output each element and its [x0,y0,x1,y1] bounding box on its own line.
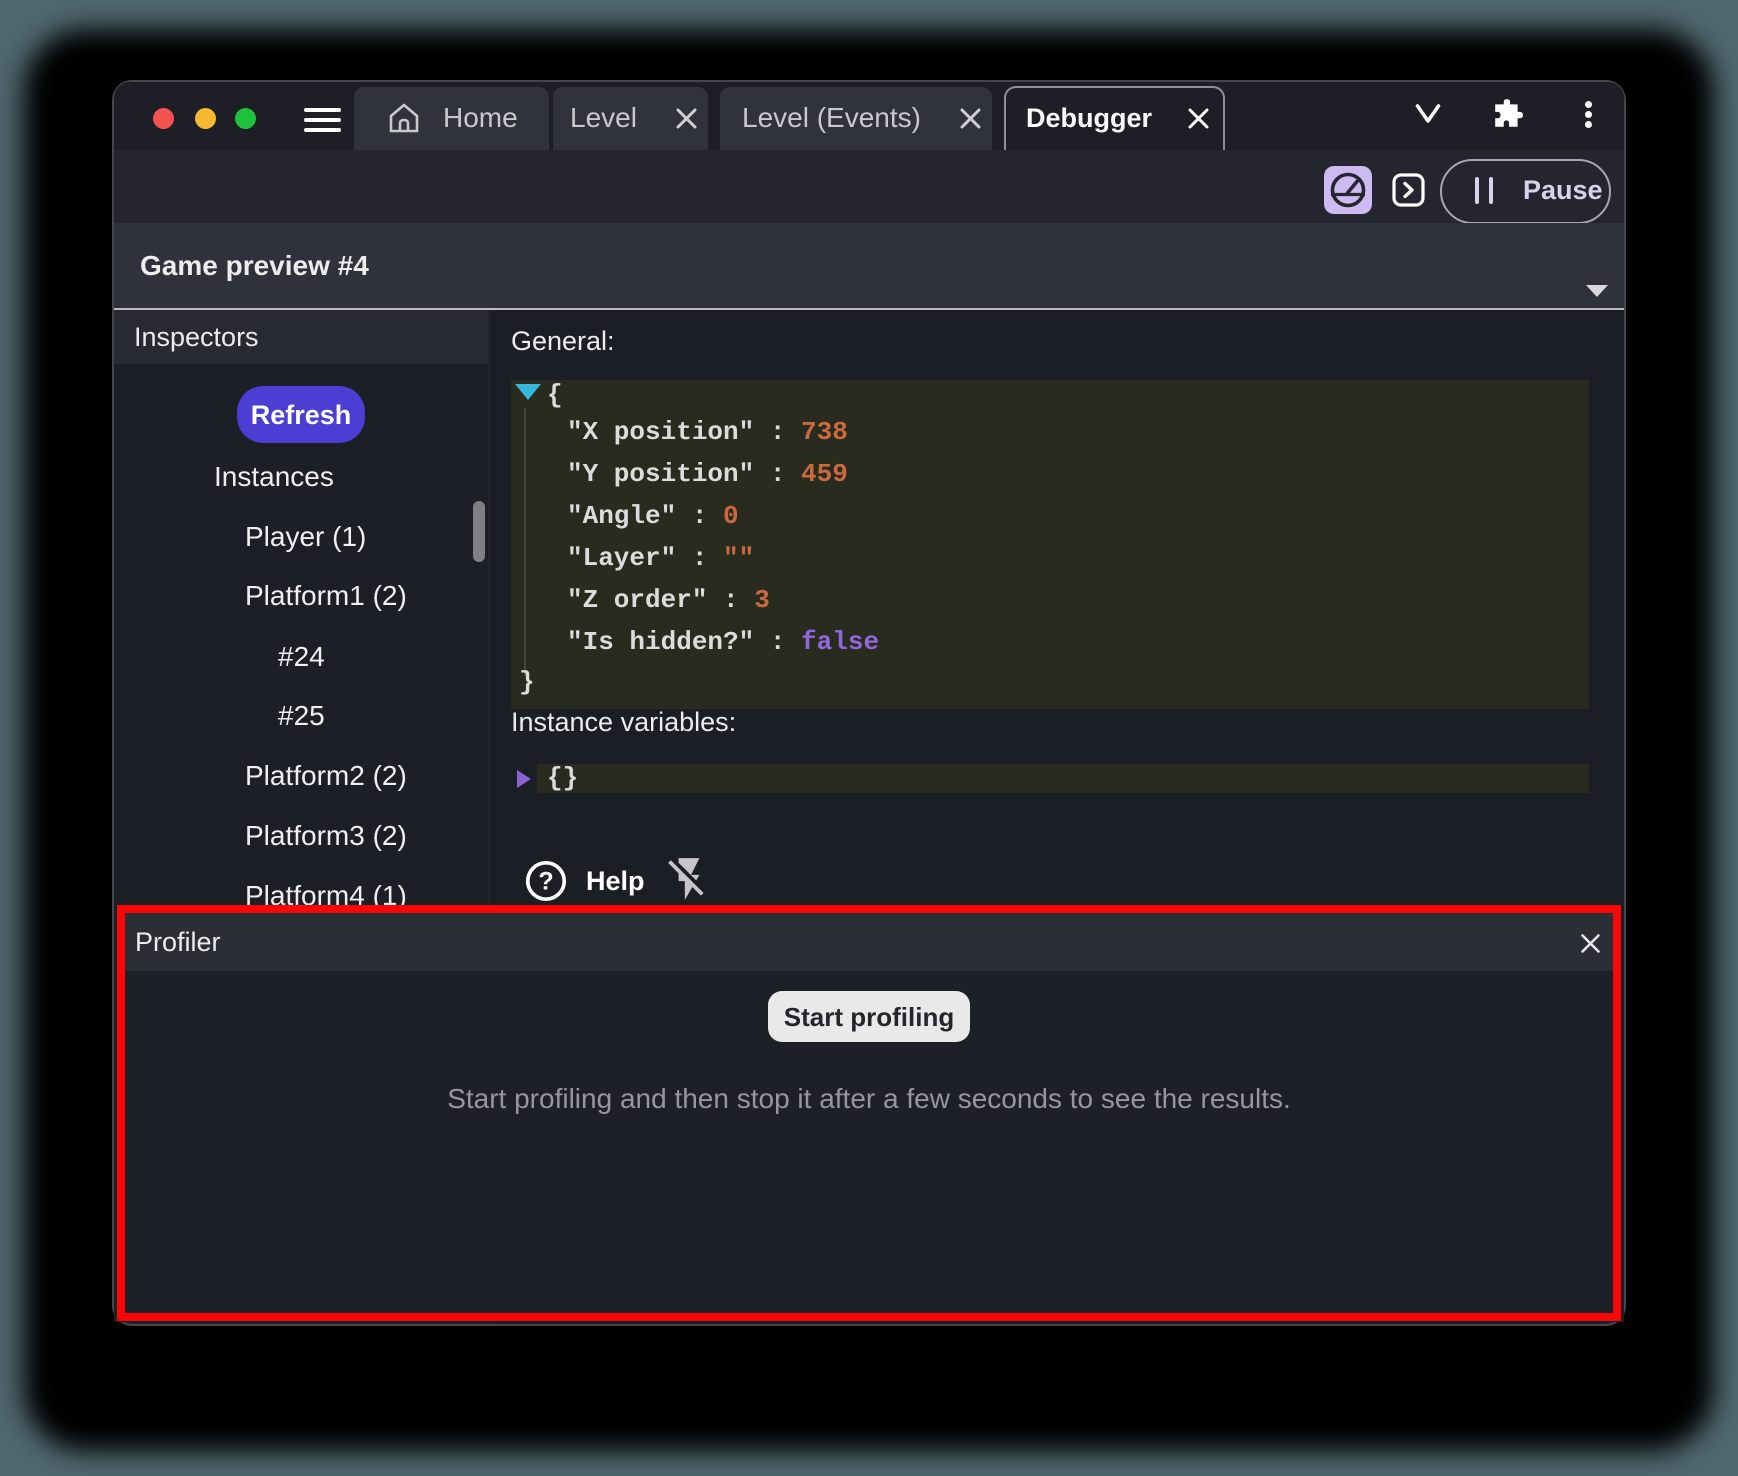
svg-text:?: ? [538,868,553,896]
